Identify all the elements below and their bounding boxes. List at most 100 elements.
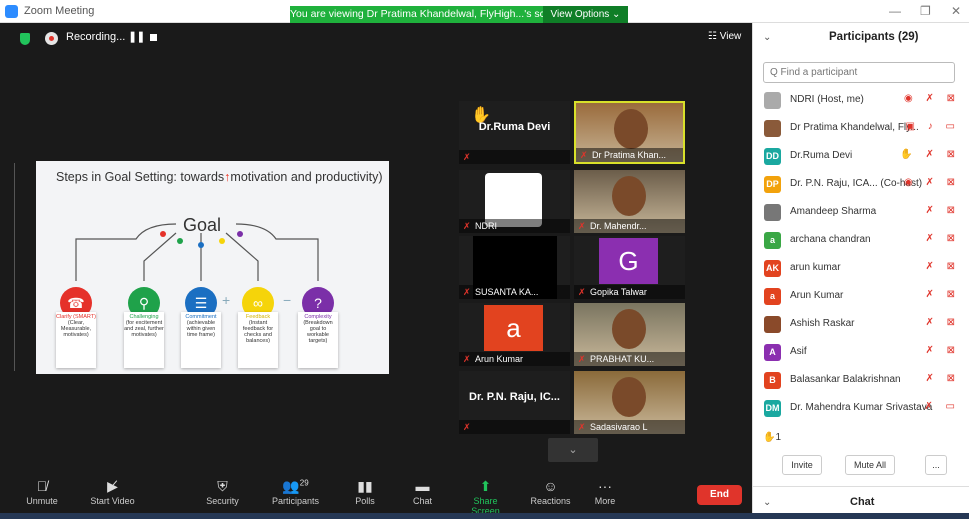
participant-avatar — [764, 120, 781, 137]
participant-status-icons: ▣ ♪ ▭ — [905, 121, 960, 132]
participants-button[interactable]: 👥29 Participants — [268, 478, 323, 506]
start-video-button[interactable]: ▶̸ Start Video — [85, 478, 140, 506]
scroll-down-button[interactable]: ⌄ — [548, 438, 598, 462]
participant-avatar: DM — [764, 400, 781, 417]
recording-icon — [45, 32, 58, 45]
participant-avatar — [764, 316, 781, 333]
view-options-button[interactable]: View Options ⌄ — [543, 6, 628, 23]
encryption-shield-icon[interactable] — [20, 33, 30, 45]
participants-panel: ⌄ Participants (29) NDRI (Host, me) ◉ ✗ ⊠… — [752, 23, 969, 519]
step-card-5: Complexity (Breakdown goal to workable ta… — [298, 312, 338, 368]
video-tile[interactable]: GGopika Talwar — [574, 236, 685, 299]
participant-avatar — [764, 204, 781, 221]
participant-avatar: DP — [764, 176, 781, 193]
participant-status-icons: ✗ ⊠ — [925, 233, 960, 244]
more-options-button[interactable]: ... — [925, 455, 947, 475]
reactions-button[interactable]: ☺ Reactions — [528, 478, 573, 506]
video-tile[interactable]: NDRI — [459, 170, 570, 233]
step-card-3: Commitment (achievable within given time … — [181, 312, 221, 368]
end-meeting-button[interactable]: End — [697, 485, 742, 505]
participant-row[interactable]: NDRI (Host, me) ◉ ✗ ⊠ — [753, 87, 969, 114]
participant-row[interactable]: Ashish Raskar ✗ ⊠ — [753, 311, 969, 338]
step-card-1: Clarify (SMART) (Clear, Measurable, motiv… — [56, 312, 96, 368]
participant-status-icons: ✗ ⊠ — [925, 317, 960, 328]
mute-all-button[interactable]: Mute All — [845, 455, 895, 475]
security-button[interactable]: ⛨ Security — [200, 478, 245, 506]
pause-recording-button[interactable]: ❚❚ — [128, 30, 145, 43]
participant-row[interactable]: a archana chandran ✗ ⊠ — [753, 227, 969, 254]
participant-search-input[interactable] — [763, 62, 955, 83]
tile-name-label: Dr Pratima Khan... — [576, 148, 683, 162]
tile-name-label: SUSANTA KA... — [459, 285, 570, 299]
participant-row[interactable]: Amandeep Sharma ✗ ⊠ — [753, 199, 969, 226]
stop-recording-button[interactable] — [150, 34, 157, 41]
os-taskbar — [0, 513, 969, 519]
shield-icon: ⛨ — [217, 478, 228, 494]
participant-name: Balasankar Balakrishnan — [790, 374, 901, 385]
close-icon[interactable]: ✕ — [951, 4, 961, 18]
participant-name: Dr. Mahendra Kumar Srivastava — [790, 402, 933, 413]
participant-avatar: a — [484, 305, 543, 351]
connector-symbol: + — [222, 292, 231, 308]
participant-name: Dr Pratima Khandelwal, Fly... — [790, 122, 919, 133]
participant-status-icons: ✗ ⊠ — [925, 289, 960, 300]
step-description: (for excitement and zeal, further motiva… — [124, 320, 164, 338]
muted-mic-icon: 🎙̸ — [36, 478, 48, 494]
participant-status-icons: ✋ ✗ ⊠ — [900, 149, 960, 160]
polls-button[interactable]: ▮▮ Polls — [350, 478, 380, 506]
more-button[interactable]: ··· More — [590, 478, 620, 506]
participant-row[interactable]: A Asif ✗ ⊠ — [753, 339, 969, 366]
video-tile[interactable]: SUSANTA KA... — [459, 236, 570, 299]
participant-status-icons: ✗ ⊠ — [925, 345, 960, 356]
video-tile[interactable]: PRABHAT KU... — [574, 303, 685, 366]
meeting-toolbar: 🎙̸ Unmute ▶̸ Start Video ⛨ Security 👥29 Part… — [0, 472, 752, 519]
participant-row[interactable]: DP Dr. P.N. Raju, ICA... (Co-host) ◉ ✗ ⊠ — [753, 171, 969, 198]
chat-icon: ▬ — [415, 478, 430, 494]
step-card-2: Challenging (for excitement and zeal, fur… — [124, 312, 164, 368]
shared-slide: Steps in Goal Setting: towards↑motivatio… — [36, 161, 389, 374]
title-bar: Zoom Meeting You are viewing Dr Pratima … — [0, 0, 969, 23]
participant-avatar: B — [764, 372, 781, 389]
participants-title: Participants (29) — [829, 31, 919, 43]
minimize-icon[interactable]: — — [889, 4, 901, 18]
participant-row[interactable]: a Arun Kumar ✗ ⊠ — [753, 283, 969, 310]
invite-button[interactable]: Invite — [782, 455, 822, 475]
participant-row[interactable]: AK arun kumar ✗ ⊠ — [753, 255, 969, 282]
participant-row[interactable]: DD Dr.Ruma Devi ✋ ✗ ⊠ — [753, 143, 969, 170]
participants-icon: 👥29 — [282, 478, 309, 494]
participant-name: Ashish Raskar — [790, 318, 855, 329]
unmute-button[interactable]: 🎙̸ Unmute — [22, 478, 62, 506]
video-tile[interactable]: ✋ Dr.Ruma Devi — [459, 101, 570, 164]
chat-button[interactable]: ▬ Chat — [410, 478, 435, 506]
maximize-icon[interactable]: ❐ — [920, 4, 931, 18]
participant-name: Arun Kumar — [790, 290, 844, 301]
video-tile[interactable]: Dr. Mahendr... — [574, 170, 685, 233]
participant-status-icons: ✗ ▭ — [924, 401, 960, 412]
participant-status-icons: ✗ ⊠ — [925, 373, 960, 384]
chat-chevron-icon[interactable]: ⌄ — [763, 497, 771, 508]
video-tile[interactable]: Dr. P.N. Raju, IC... — [459, 371, 570, 434]
participant-row[interactable]: Dr Pratima Khandelwal, Fly... ▣ ♪ ▭ — [753, 115, 969, 142]
participant-name: NDRI (Host, me) — [790, 94, 864, 105]
video-tile[interactable]: Dr Pratima Khan... — [574, 101, 685, 164]
participant-row[interactable]: B Balasankar Balakrishnan ✗ ⊠ — [753, 367, 969, 394]
share-screen-button[interactable]: ⬆ Share Screen — [458, 478, 513, 516]
person-face — [612, 309, 646, 349]
collapse-chevron-icon[interactable]: ⌄ — [763, 32, 771, 43]
video-tile[interactable]: aArun Kumar — [459, 303, 570, 366]
participant-status-icons: ◉ ✗ ⊠ — [903, 177, 960, 188]
tile-name-label: Sadasivarao L — [574, 420, 685, 434]
step-description: (Clear, Measurable, motivates) — [60, 320, 92, 338]
participant-avatar: AK — [764, 260, 781, 277]
polls-icon: ▮▮ — [357, 478, 373, 494]
step-description: (Breakdown goal to workable targets) — [303, 320, 333, 344]
view-button[interactable]: ☷ View — [708, 31, 741, 42]
tile-name-label — [459, 150, 570, 164]
participant-name: Asif — [790, 346, 807, 357]
video-tile[interactable]: Sadasivarao L — [574, 371, 685, 434]
participant-row[interactable]: DM Dr. Mahendra Kumar Srivastava ✗ ▭ — [753, 395, 969, 422]
person-face — [614, 109, 648, 149]
raised-hands-count: ✋1 — [763, 432, 782, 443]
tile-name-label: NDRI — [459, 219, 570, 233]
participant-name: Dr.Ruma Devi — [790, 150, 853, 161]
